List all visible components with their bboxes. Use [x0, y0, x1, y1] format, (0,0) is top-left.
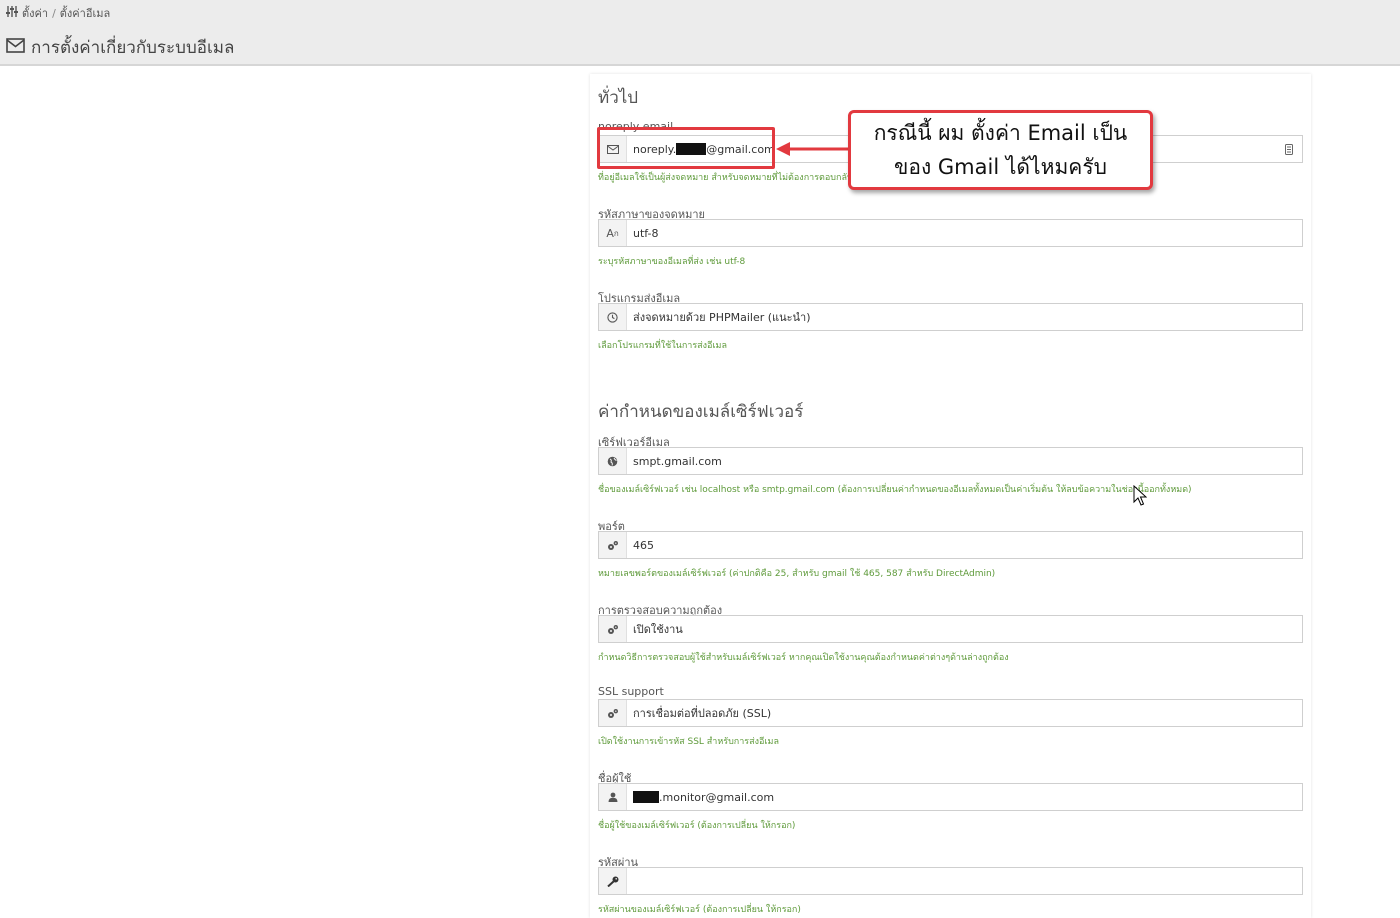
language-icon: Aก	[599, 220, 627, 246]
ssl-select[interactable]: การเชื่อมต่อที่ปลอดภัย (SSL)	[598, 699, 1303, 727]
globe-icon	[599, 448, 627, 474]
password-hint: รหัสผ่านของเมล์เซิร์ฟเวอร์ (ต้องการเปลี่…	[598, 905, 801, 915]
highlight-box	[597, 127, 775, 169]
charset-hint: ระบุรหัสภาษาของอีเมลที่ส่ง เช่น utf-8	[598, 257, 746, 267]
username-hint: ชื่อผู้ใช้ของเมล์เซิร์ฟเวอร์ (ต้องการเปล…	[598, 821, 796, 831]
mail-server-hint: ชื่อของเมล์เซิร์ฟเวอร์ เช่น localhost หร…	[598, 485, 1192, 495]
section-title-server: ค่ากำหนดของเมล์เซิร์ฟเวอร์	[598, 402, 804, 422]
mouse-cursor-icon	[1133, 485, 1147, 506]
cogs-icon	[599, 700, 627, 726]
breadcrumb-root[interactable]: ตั้งค่า	[22, 4, 48, 22]
autofill-icon[interactable]	[1276, 136, 1302, 162]
page-title: การตั้งค่าเกี่ยวกับระบบอีเมล	[6, 34, 234, 61]
page-title-text: การตั้งค่าเกี่ยวกับระบบอีเมล	[31, 38, 235, 58]
auth-selected-value[interactable]: เปิดใช้งาน	[627, 616, 1302, 642]
ssl-label: SSL support	[598, 685, 664, 698]
mail-server-input[interactable]	[627, 448, 1302, 474]
username-field[interactable]: .monitor@gmail.com	[598, 783, 1303, 811]
annotation-line-2: ของ Gmail ได้ไหมครับ	[894, 155, 1107, 179]
section-title-general: ทั่วไป	[598, 88, 639, 108]
auth-select[interactable]: เปิดใช้งาน	[598, 615, 1303, 643]
settings-card: ทั่วไป noreply email noreply. @gmail.com …	[590, 74, 1311, 918]
ssl-hint: เปิดใช้งานการเข้ารหัส SSL สำหรับการส่งอี…	[598, 737, 779, 747]
password-input[interactable]	[627, 868, 1302, 894]
port-field[interactable]	[598, 531, 1303, 559]
noreply-email-hint: ที่อยู่อีเมลใช้เป็นผู้ส่งจดหมาย สำหรับจด…	[598, 173, 853, 183]
user-icon	[599, 784, 627, 810]
annotation-line-1: กรณีนี้ ผม ตั้งค่า Email เป็น	[873, 121, 1128, 145]
port-input[interactable]	[627, 532, 1302, 558]
annotation-callout: กรณีนี้ ผม ตั้งค่า Email เป็น ของ Gmail …	[848, 110, 1153, 190]
charset-field[interactable]: Aก	[598, 219, 1303, 247]
envelope-icon	[6, 37, 25, 58]
auth-hint: กำหนดวิธีการตรวจสอบผู้ใช้สำหรับเมล์เซิร์…	[598, 653, 1009, 663]
top-bar: ตั้งค่า / ตั้งค่าอีเมล การตั้งค่าเกี่ยวก…	[0, 0, 1400, 66]
sliders-icon	[6, 6, 18, 20]
password-field[interactable]	[598, 867, 1303, 895]
mailer-hint: เลือกโปรแกรมที่ใช้ในการส่งอีเมล	[598, 341, 727, 351]
port-hint: หมายเลขพอร์ตของเมล์เซิร์ฟเวอร์ (ค่าปกติค…	[598, 569, 996, 579]
breadcrumb: ตั้งค่า / ตั้งค่าอีเมล	[6, 4, 110, 22]
breadcrumb-current[interactable]: ตั้งค่าอีเมล	[60, 4, 110, 22]
redacted-block	[633, 791, 659, 803]
cogs-icon	[599, 616, 627, 642]
ssl-selected-value[interactable]: การเชื่อมต่อที่ปลอดภัย (SSL)	[627, 700, 1302, 726]
cogs-icon	[599, 532, 627, 558]
mailer-selected-value[interactable]: ส่งจดหมายด้วย PHPMailer (แนะนำ)	[627, 304, 1302, 330]
username-input[interactable]: .monitor@gmail.com	[627, 784, 1302, 810]
breadcrumb-separator: /	[52, 6, 56, 20]
mailer-select[interactable]: ส่งจดหมายด้วย PHPMailer (แนะนำ)	[598, 303, 1303, 331]
mail-server-field[interactable]	[598, 447, 1303, 475]
charset-input[interactable]	[627, 220, 1302, 246]
username-suffix: .monitor@gmail.com	[659, 790, 775, 804]
key-icon	[599, 868, 627, 894]
clock-icon	[599, 304, 627, 330]
arrow-icon	[776, 142, 848, 156]
